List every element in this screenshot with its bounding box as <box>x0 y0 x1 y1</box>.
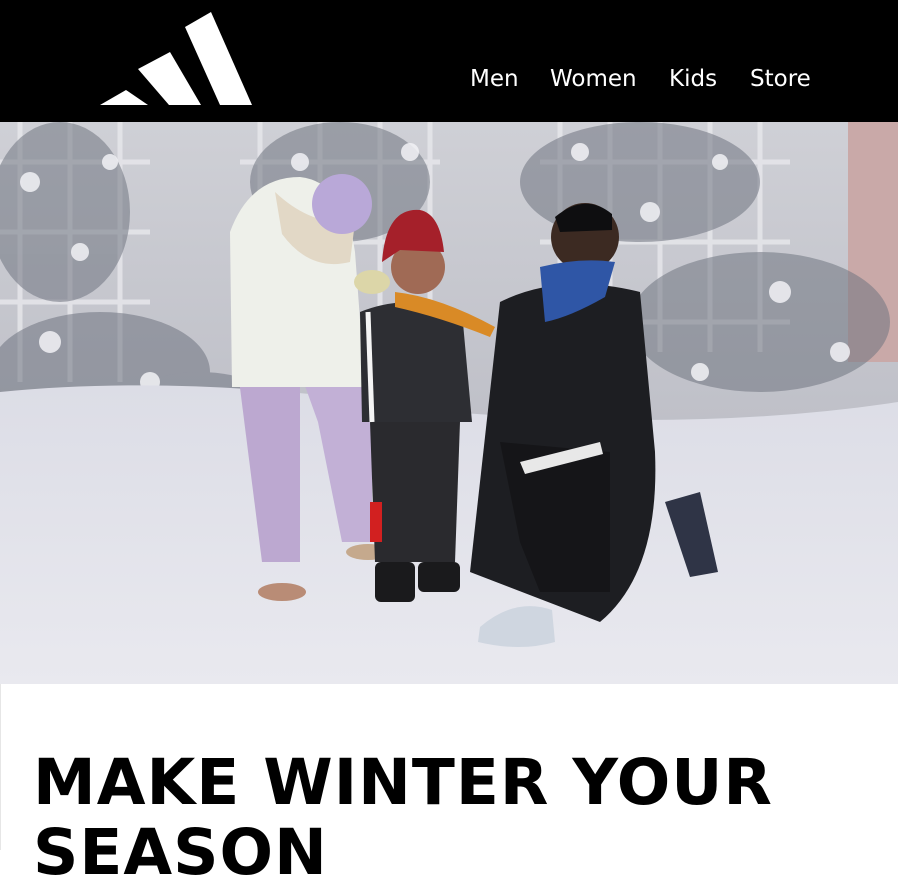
adidas-logo-icon[interactable] <box>100 12 252 109</box>
nav-kids-link[interactable]: Kids <box>669 64 717 94</box>
site-header: Men Women Kids Store <box>0 0 898 122</box>
hero-image[interactable] <box>0 122 898 684</box>
nav-store-link[interactable]: Store <box>750 64 811 94</box>
hero-illustration <box>0 122 898 684</box>
nav-men-link[interactable]: Men <box>470 64 519 94</box>
nav-women-link[interactable]: Women <box>550 64 637 94</box>
page-headline: MAKE WINTER YOUR SEASON <box>33 746 773 889</box>
